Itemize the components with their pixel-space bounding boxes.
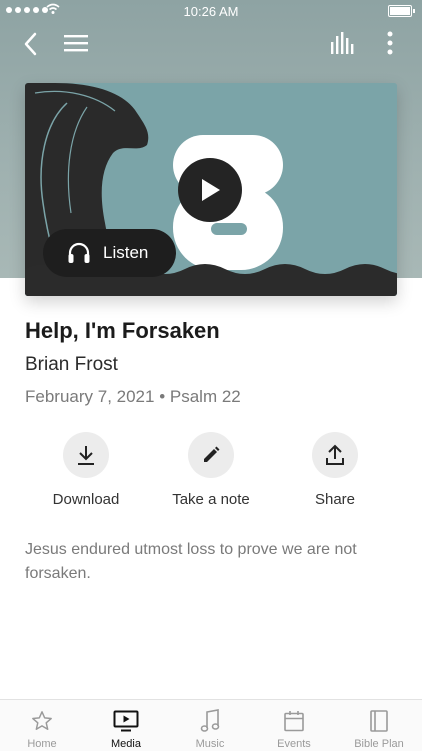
hamburger-menu-icon[interactable] [64,33,88,53]
audio-bars-icon[interactable] [330,32,354,54]
scripture-reference: Psalm 22 [169,387,241,406]
book-icon [370,710,388,732]
tab-home-label: Home [27,738,57,750]
tab-music-label: Music [195,738,225,750]
download-circle[interactable] [63,432,109,478]
play-icon [202,179,220,201]
listen-button[interactable]: Listen [43,229,176,277]
play-button[interactable] [178,158,242,222]
share-button[interactable]: Share [275,432,395,508]
battery-icon [388,5,415,17]
star-icon [32,711,52,730]
tab-music[interactable]: Music [168,708,252,750]
pencil-icon [204,446,220,462]
speaker-name: Brian Frost [25,354,118,375]
share-icon [326,444,344,465]
status-bar: 10:26 AM [0,0,422,22]
top-nav [0,26,422,62]
share-label: Share [314,491,356,508]
sermon-meta: February 7, 2021 • Psalm 22 [25,387,241,407]
download-button[interactable]: Download [26,432,146,508]
tab-media[interactable]: Media [84,708,168,750]
back-arrow-icon[interactable] [20,30,40,58]
sermon-date: February 7, 2021 [25,387,155,406]
calendar-icon [284,711,304,732]
headphones-icon [67,242,91,264]
download-icon [78,446,94,465]
sermon-artwork[interactable]: Listen [25,83,397,296]
take-note-circle[interactable] [188,432,234,478]
music-note-icon [200,709,220,732]
sermon-title: Help, I'm Forsaken [25,318,220,343]
listen-label: Listen [103,243,149,262]
tab-events-label: Events [277,738,311,750]
tab-events[interactable]: Events [252,708,336,750]
tab-bible-plan-label: Bible Plan [354,738,404,750]
share-circle[interactable] [312,432,358,478]
status-time: 10:26 AM [183,4,239,19]
more-options-icon[interactable] [386,31,394,55]
download-label: Download [52,491,120,508]
take-note-label: Take a note [172,491,250,508]
meta-separator: • [159,387,166,406]
tab-bible-plan[interactable]: Bible Plan [336,708,422,750]
sermon-description: Jesus endured utmost loss to prove we ar… [25,541,357,582]
tv-play-icon [113,710,139,732]
take-note-button[interactable]: Take a note [151,432,271,508]
tab-media-label: Media [111,738,141,750]
tab-home[interactable]: Home [0,708,84,750]
tab-bar: Home Media Music Events Bible Plan [0,699,422,751]
